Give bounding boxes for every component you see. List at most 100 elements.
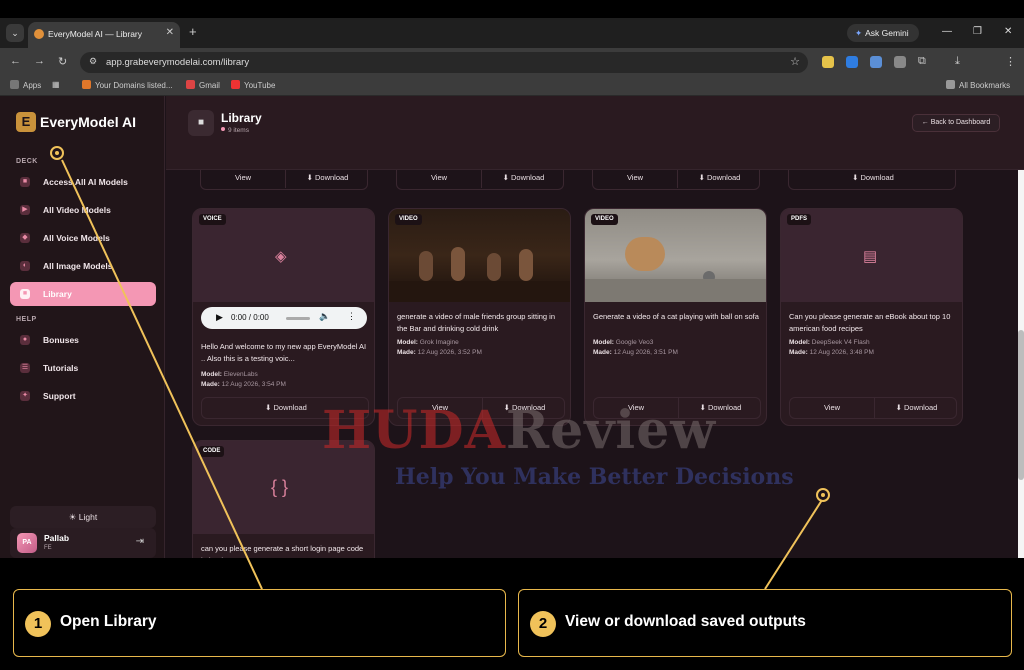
user-profile[interactable]: PA Pallab FE ⇥: [10, 528, 156, 558]
bookmark-star-icon[interactable]: ☆: [790, 55, 800, 68]
view-button[interactable]: View: [201, 170, 285, 188]
card-media: VOICE ◈: [193, 209, 374, 302]
sun-icon: ☀: [68, 512, 79, 522]
card-description: Generate a video of a cat playing with b…: [593, 312, 759, 321]
download-button[interactable]: ⬇ Download: [789, 170, 957, 188]
card-made: Made: 12 Aug 2026, 3:48 PM: [789, 349, 874, 356]
url-text: app.grabeverymodelai.com/library: [106, 57, 250, 68]
library-card-video: VIDEO generate a video of male friends g…: [388, 208, 571, 426]
download-button[interactable]: ⬇ Download: [481, 170, 565, 188]
active-tab[interactable]: EveryModel AI — Library ✕: [28, 22, 180, 48]
library-grid: View ⬇ Download View ⬇ Download View ⬇ Down…: [166, 170, 1018, 558]
image-icon: ◐: [20, 261, 30, 271]
scrollbar-thumb[interactable]: [1018, 330, 1024, 480]
sidebar-item-voice-models[interactable]: ◆ All Voice Models: [10, 226, 156, 250]
volume-icon[interactable]: 🔈: [319, 311, 330, 322]
apps-icon: [10, 80, 19, 89]
download-button[interactable]: ⬇ Download: [677, 170, 761, 188]
minimize-icon[interactable]: —: [942, 26, 952, 37]
logo[interactable]: E EveryModel AI: [16, 112, 136, 132]
ask-gemini-button[interactable]: ✦ Ask Gemini: [847, 24, 919, 42]
all-bookmarks[interactable]: All Bookmarks: [946, 80, 1010, 90]
light-mode-toggle[interactable]: ☀ Light: [10, 506, 156, 528]
avatar: PA: [17, 533, 37, 553]
reload-icon[interactable]: ↻: [58, 55, 67, 68]
favicon-icon: [34, 29, 44, 39]
step-number: 1: [25, 611, 51, 637]
view-button[interactable]: View: [593, 170, 677, 188]
extension-icon[interactable]: [894, 56, 906, 68]
bookmark-domains[interactable]: Your Domains listed...: [82, 80, 173, 90]
step-number: 2: [530, 611, 556, 637]
page-header: ■ Library 9 items ← Back to Dashboard: [166, 96, 1024, 170]
watermark-tagline: Help You Make Better Decisions: [395, 464, 794, 490]
sidebar-item-bonuses[interactable]: ● Bonuses: [10, 328, 156, 352]
library-page-icon: ■: [188, 110, 214, 136]
gmail-icon: [186, 80, 195, 89]
card-media: PDFS ▤: [781, 209, 962, 302]
sidebar-item-library[interactable]: ■ Library: [10, 282, 156, 306]
sidebar-item-tutorials[interactable]: ☰ Tutorials: [10, 356, 156, 380]
card-model: Model: Google Veo3: [593, 339, 654, 346]
grid-icon: ■: [20, 177, 30, 187]
gemini-icon: ✦: [855, 28, 863, 38]
play-icon[interactable]: ▶: [216, 312, 223, 323]
view-button[interactable]: View: [790, 398, 874, 418]
download-button[interactable]: ⬇ Download: [285, 170, 369, 188]
close-window-icon[interactable]: ✕: [1004, 26, 1012, 37]
audio-player[interactable]: ▶ 0:00 / 0:00 🔈 ⋮: [201, 307, 367, 329]
callout-text: Open Library: [60, 613, 157, 630]
tab-title: EveryModel AI — Library: [48, 29, 143, 39]
card-description: Can you please generate an eBook about t…: [789, 312, 951, 333]
grid-icon[interactable]: ▦: [52, 80, 60, 89]
card-model: Model: Grok Imagine: [397, 339, 459, 346]
download-icon[interactable]: ⤓: [955, 55, 960, 68]
bookmark-youtube[interactable]: YouTube: [231, 80, 275, 90]
extension-icon[interactable]: [846, 56, 858, 68]
domains-icon: [82, 80, 91, 89]
url-field[interactable]: ⚙ app.grabeverymodelai.com/library ☆: [80, 52, 808, 73]
more-icon[interactable]: ⋮: [347, 311, 356, 322]
callout-view-download: 2 View or download saved outputs: [518, 589, 1012, 657]
sidebar-item-image-models[interactable]: ◐ All Image Models: [10, 254, 156, 278]
folder-icon: [946, 80, 955, 89]
tab-bar: ⌄ EveryModel AI — Library ✕ + ✦ Ask Gemin…: [0, 18, 1024, 48]
card-description: can you please generate a short login pa…: [201, 544, 364, 558]
forward-icon[interactable]: →: [34, 55, 45, 67]
back-icon[interactable]: ←: [10, 55, 21, 67]
voice-icon: ◆: [20, 233, 30, 243]
card-made: Made: 12 Aug 2026, 3:54 PM: [201, 381, 286, 388]
menu-icon[interactable]: ⋮: [1005, 55, 1016, 68]
extension-icon[interactable]: [870, 56, 882, 68]
type-badge: CODE: [199, 446, 225, 457]
view-button[interactable]: View: [397, 170, 481, 188]
sidebar-item-access-all-models[interactable]: ■ Access All AI Models: [10, 170, 156, 194]
video-thumbnail[interactable]: VIDEO: [389, 209, 570, 302]
extension-icon[interactable]: [822, 56, 834, 68]
scrollbar[interactable]: [1018, 170, 1024, 558]
highlight-marker: [816, 488, 830, 502]
maximize-icon[interactable]: ❐: [973, 26, 982, 37]
download-button[interactable]: ⬇ Download: [874, 398, 958, 418]
puzzle-icon[interactable]: ⧉: [918, 55, 926, 68]
type-badge: VOICE: [199, 214, 226, 225]
site-info-icon[interactable]: ⚙: [89, 56, 97, 67]
card-actions: View ⬇ Download: [200, 170, 368, 190]
sidebar-item-video-models[interactable]: ▶ All Video Models: [10, 198, 156, 222]
card-description: generate a video of male friends group s…: [397, 312, 556, 333]
close-tab-icon[interactable]: ✕: [166, 27, 174, 38]
bookmark-apps[interactable]: Apps: [10, 80, 41, 90]
logo-mark-icon: E: [16, 112, 36, 132]
sidebar-item-support[interactable]: ✦ Support: [10, 384, 156, 408]
item-count: 9 items: [221, 127, 249, 134]
bookmark-gmail[interactable]: Gmail: [186, 80, 220, 90]
type-badge: VIDEO: [395, 214, 422, 225]
tab-list-button[interactable]: ⌄: [6, 24, 24, 42]
logout-icon[interactable]: ⇥: [136, 536, 144, 547]
video-thumbnail[interactable]: VIDEO: [585, 209, 766, 302]
back-to-dashboard-button[interactable]: ← Back to Dashboard: [912, 114, 1000, 132]
bonus-icon: ●: [20, 335, 30, 345]
audio-progress[interactable]: [286, 317, 310, 320]
card-made: Made: 12 Aug 2026, 3:52 PM: [397, 349, 482, 356]
new-tab-icon[interactable]: +: [189, 24, 197, 39]
